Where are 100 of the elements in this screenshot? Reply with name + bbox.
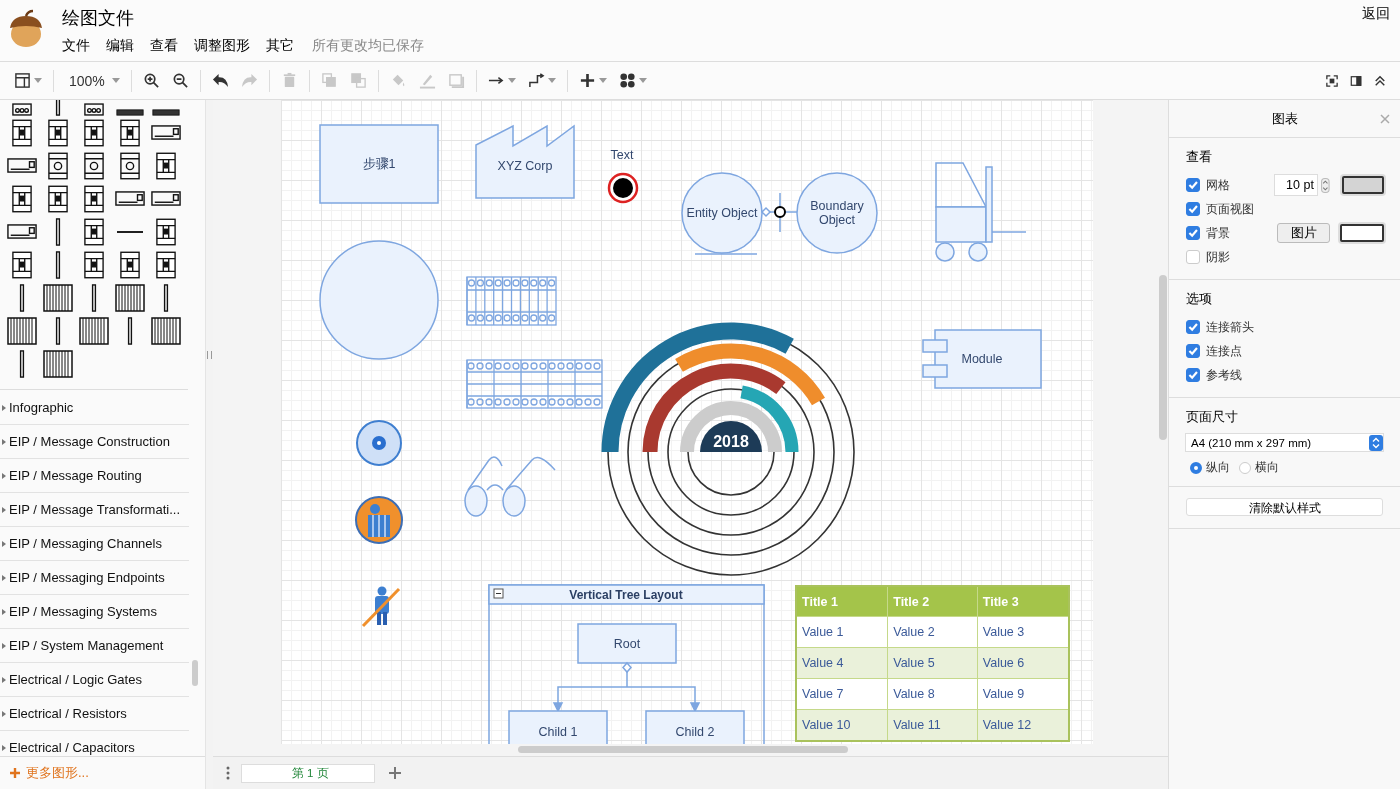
image-button[interactable]: 图片 (1276, 223, 1331, 243)
menu-item[interactable]: 编辑 (106, 37, 134, 55)
electrical-symbol-icon[interactable] (84, 217, 104, 246)
checkbox[interactable]: 连接点 (1186, 342, 1278, 360)
shape-category[interactable]: EIP / Message Transformati... (0, 493, 189, 527)
electrical-symbol-icon[interactable] (156, 217, 176, 246)
electrical-symbol-icon[interactable] (84, 103, 104, 116)
table-cell: Value 2 (887, 616, 978, 648)
electrical-symbol-icon[interactable] (115, 283, 145, 312)
electrical-symbol-icon[interactable] (43, 283, 73, 312)
checkbox[interactable]: 页面视图 (1186, 200, 1278, 218)
electrical-symbol-icon[interactable] (91, 283, 97, 312)
checkbox[interactable]: 连接箭头 (1186, 318, 1278, 336)
electrical-symbol-icon[interactable] (120, 118, 140, 147)
shape-label: Root (613, 636, 641, 651)
electrical-symbol-icon[interactable] (79, 316, 109, 345)
user-server-icon (354, 496, 403, 544)
electrical-symbol-icon[interactable] (55, 217, 61, 246)
electrical-symbol-icon[interactable] (55, 316, 61, 345)
electrical-symbol-icon[interactable] (7, 158, 37, 173)
shape-category[interactable]: EIP / System Management (0, 629, 189, 663)
electrical-symbol-icon[interactable] (55, 250, 61, 279)
checkmark-icon (1187, 321, 1199, 333)
electrical-symbol-icon[interactable] (151, 109, 181, 116)
caret-icon (2, 608, 6, 615)
shape-category[interactable]: EIP / Messaging Endpoints (0, 561, 189, 595)
shape-category[interactable]: EIP / Message Routing (0, 459, 189, 493)
menu-item[interactable]: 文件 (62, 37, 90, 55)
section-heading: 选项 (1186, 291, 1213, 308)
electrical-symbol-icon[interactable] (151, 191, 181, 206)
shape-category[interactable]: Infographic (0, 391, 189, 425)
electrical-symbol-icon[interactable] (115, 109, 145, 116)
electrical-symbol-icon[interactable] (48, 184, 68, 213)
caret-icon (2, 540, 6, 547)
electrical-symbol-icon[interactable] (7, 316, 37, 345)
back-link[interactable]: 返回 (1362, 5, 1390, 23)
page-size-select[interactable]: A4 (210 mm x 297 mm) (1185, 433, 1384, 452)
electrical-symbol-icon[interactable] (84, 250, 104, 279)
radio-button[interactable]: 纵向 (1190, 459, 1230, 476)
table-header: Title 1 (795, 586, 888, 617)
electrical-symbol-icon[interactable] (163, 283, 169, 312)
page-tab[interactable]: 第 1 页 (240, 763, 375, 783)
year-label: 2018 (713, 435, 749, 449)
checkbox[interactable]: 阴影 (1186, 248, 1278, 266)
zoom-in-icon (142, 72, 160, 90)
scrollbar-thumb[interactable] (517, 746, 848, 754)
shape-label: Child 1 (538, 725, 578, 739)
electrical-symbol-icon[interactable] (12, 118, 32, 147)
shape-category[interactable]: Electrical / Capacitors (0, 731, 189, 756)
table-header: Title 3 (977, 586, 1069, 617)
menu-item[interactable]: 其它 (266, 37, 294, 55)
electrical-symbol-icon[interactable] (84, 184, 104, 213)
electrical-symbol-icon[interactable] (115, 191, 145, 206)
layout-icon (14, 72, 31, 90)
shape-category[interactable]: EIP / Messaging Systems (0, 595, 189, 629)
connector-line (760, 192, 798, 233)
grid-size-field[interactable]: 10 pt (1274, 174, 1318, 196)
menu-item[interactable]: 查看 (150, 37, 178, 55)
shape-category[interactable]: EIP / Messaging Channels (0, 527, 189, 561)
checkmark-icon (1187, 369, 1199, 381)
electrical-symbol-icon[interactable] (156, 151, 176, 180)
electrical-symbol-icon[interactable] (127, 316, 133, 345)
electrical-symbol-icon[interactable] (12, 184, 32, 213)
scrollbar-thumb[interactable] (192, 660, 198, 686)
electrical-symbol-icon[interactable] (84, 151, 104, 180)
reset-style-button[interactable]: 清除默认样式 (1186, 498, 1383, 516)
electrical-symbol-icon[interactable] (84, 118, 104, 147)
checkmark-icon (1187, 345, 1199, 357)
color-swatch[interactable] (1341, 176, 1384, 194)
electrical-symbol-icon[interactable] (120, 250, 140, 279)
shape-category[interactable]: Electrical / Resistors (0, 697, 189, 731)
electrical-symbol-icon[interactable] (48, 118, 68, 147)
electrical-symbol-icon[interactable] (48, 151, 68, 180)
electrical-symbol-icon[interactable] (19, 349, 25, 378)
checkbox[interactable]: 参考线 (1186, 366, 1278, 384)
electrical-symbol-icon[interactable] (156, 250, 176, 279)
shape-label: 步骤1 (362, 157, 396, 171)
stepper-icon[interactable] (1320, 177, 1330, 193)
electrical-symbol-icon[interactable] (151, 125, 181, 140)
color-swatch[interactable] (1340, 224, 1384, 242)
checkmark-icon (1187, 227, 1199, 239)
add-page-icon[interactable] (388, 767, 401, 779)
menu-item[interactable]: 调整图形 (194, 37, 250, 55)
caret-icon (507, 78, 516, 84)
zoom-dropdown[interactable]: 100% (59, 69, 126, 92)
electrical-symbol-icon[interactable] (19, 283, 25, 312)
radio-button[interactable]: 横向 (1239, 459, 1279, 476)
checkbox[interactable]: 背景 (1186, 224, 1277, 242)
electrical-symbol-icon[interactable] (43, 349, 73, 378)
more-icon[interactable] (225, 766, 230, 780)
electrical-symbol-icon[interactable] (7, 224, 37, 239)
electrical-symbol-icon[interactable] (151, 316, 181, 345)
shape-category[interactable]: Electrical / Logic Gates (0, 663, 189, 697)
scrollbar-thumb[interactable] (1158, 275, 1167, 440)
shape-category[interactable]: EIP / Message Construction (0, 425, 189, 459)
checkbox[interactable]: 网格 (1186, 176, 1275, 194)
electrical-symbol-icon[interactable] (12, 103, 32, 116)
electrical-symbol-icon[interactable] (120, 151, 140, 180)
splitter-handle[interactable] (206, 350, 212, 359)
electrical-symbol-icon[interactable] (12, 250, 32, 279)
